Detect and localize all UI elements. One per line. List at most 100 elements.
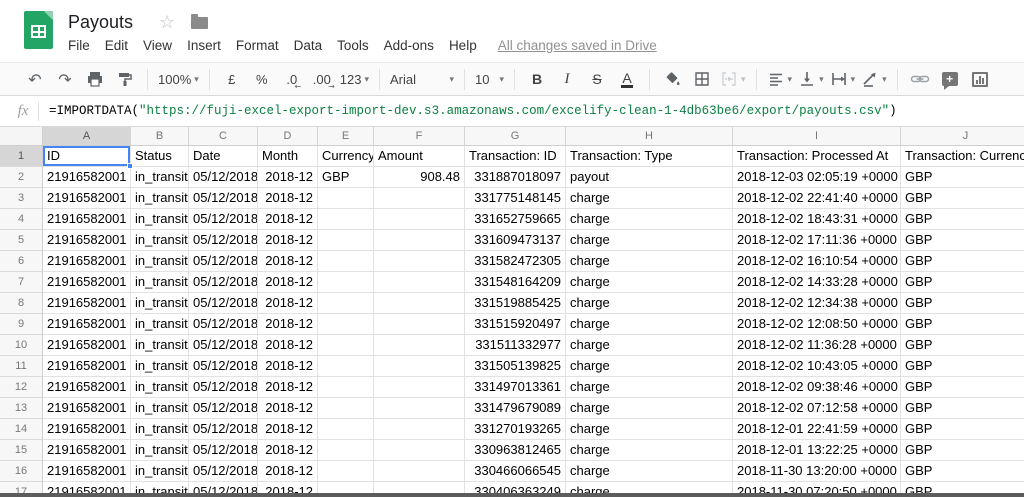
cell-G13[interactable]: 331479679089 [465, 398, 566, 419]
cell-C13[interactable]: 05/12/2018 [189, 398, 258, 419]
row-header-7[interactable]: 7 [0, 272, 43, 293]
cell-B14[interactable]: in_transit [131, 419, 189, 440]
column-header-C[interactable]: C [189, 127, 258, 146]
cell-E6[interactable] [318, 251, 374, 272]
cell-H4[interactable]: charge [566, 209, 733, 230]
cell-D1[interactable]: Month [258, 146, 318, 167]
text-color-button[interactable]: A [615, 67, 639, 91]
folder-icon[interactable] [191, 17, 208, 29]
cell-B13[interactable]: in_transit [131, 398, 189, 419]
cell-H16[interactable]: charge [566, 461, 733, 482]
cell-D5[interactable]: 2018-12 [258, 230, 318, 251]
cell-C10[interactable]: 05/12/2018 [189, 335, 258, 356]
cell-J8[interactable]: GBP [901, 293, 1024, 314]
formula-input[interactable]: =IMPORTDATA("https://fuji-excel-export-i… [49, 104, 897, 118]
row-header-12[interactable]: 12 [0, 377, 43, 398]
cell-F5[interactable] [374, 230, 465, 251]
cell-A1[interactable]: ID [43, 146, 131, 167]
print-button[interactable] [83, 67, 107, 91]
text-wrap-button[interactable]: ▾ [830, 67, 856, 91]
cell-C3[interactable]: 05/12/2018 [189, 188, 258, 209]
column-header-I[interactable]: I [733, 127, 901, 146]
cell-J13[interactable]: GBP [901, 398, 1024, 419]
fill-handle[interactable] [127, 163, 133, 169]
cell-I4[interactable]: 2018-12-02 18:43:31 +0000 [733, 209, 901, 230]
menu-view[interactable]: View [143, 38, 172, 53]
cell-C4[interactable]: 05/12/2018 [189, 209, 258, 230]
cell-E11[interactable] [318, 356, 374, 377]
cell-D9[interactable]: 2018-12 [258, 314, 318, 335]
cell-D16[interactable]: 2018-12 [258, 461, 318, 482]
row-header-8[interactable]: 8 [0, 293, 43, 314]
cell-B9[interactable]: in_transit [131, 314, 189, 335]
cell-J14[interactable]: GBP [901, 419, 1024, 440]
cell-J9[interactable]: GBP [901, 314, 1024, 335]
insert-link-button[interactable] [908, 67, 932, 91]
cell-E15[interactable] [318, 440, 374, 461]
menu-edit[interactable]: Edit [105, 38, 128, 53]
cell-B16[interactable]: in_transit [131, 461, 189, 482]
cell-C7[interactable]: 05/12/2018 [189, 272, 258, 293]
cell-E7[interactable] [318, 272, 374, 293]
cell-H1[interactable]: Transaction: Type [566, 146, 733, 167]
cell-C14[interactable]: 05/12/2018 [189, 419, 258, 440]
cell-F13[interactable] [374, 398, 465, 419]
cell-J1[interactable]: Transaction: Currency [901, 146, 1024, 167]
cell-F3[interactable] [374, 188, 465, 209]
cell-G10[interactable]: 331511332977 [465, 335, 566, 356]
undo-button[interactable]: ↶ [23, 67, 47, 91]
cell-A2[interactable]: 21916582001 [43, 167, 131, 188]
cell-I2[interactable]: 2018-12-03 02:05:19 +0000 [733, 167, 901, 188]
format-percent-button[interactable]: % [250, 67, 274, 91]
cell-B10[interactable]: in_transit [131, 335, 189, 356]
cell-I7[interactable]: 2018-12-02 14:33:28 +0000 [733, 272, 901, 293]
cell-D2[interactable]: 2018-12 [258, 167, 318, 188]
row-header-2[interactable]: 2 [0, 167, 43, 188]
cell-F11[interactable] [374, 356, 465, 377]
cell-G5[interactable]: 331609473137 [465, 230, 566, 251]
select-all-corner[interactable] [0, 127, 43, 146]
menu-insert[interactable]: Insert [187, 38, 221, 53]
cell-B8[interactable]: in_transit [131, 293, 189, 314]
cell-I15[interactable]: 2018-12-01 13:22:25 +0000 [733, 440, 901, 461]
row-header-10[interactable]: 10 [0, 335, 43, 356]
cell-G15[interactable]: 330963812465 [465, 440, 566, 461]
cell-B6[interactable]: in_transit [131, 251, 189, 272]
cell-C11[interactable]: 05/12/2018 [189, 356, 258, 377]
cell-H9[interactable]: charge [566, 314, 733, 335]
cell-G6[interactable]: 331582472305 [465, 251, 566, 272]
cell-E3[interactable] [318, 188, 374, 209]
font-family-select[interactable]: Arial▾ [390, 67, 454, 91]
cell-J3[interactable]: GBP [901, 188, 1024, 209]
vertical-align-button[interactable]: ▾ [798, 67, 824, 91]
cell-E4[interactable] [318, 209, 374, 230]
cell-H10[interactable]: charge [566, 335, 733, 356]
cell-E9[interactable] [318, 314, 374, 335]
cell-E13[interactable] [318, 398, 374, 419]
cell-H15[interactable]: charge [566, 440, 733, 461]
cell-H2[interactable]: payout [566, 167, 733, 188]
zoom-select[interactable]: 100%▾ [158, 67, 199, 91]
cell-B15[interactable]: in_transit [131, 440, 189, 461]
cell-E12[interactable] [318, 377, 374, 398]
cell-D15[interactable]: 2018-12 [258, 440, 318, 461]
row-header-1[interactable]: 1 [0, 146, 43, 167]
cell-J16[interactable]: GBP [901, 461, 1024, 482]
cell-A8[interactable]: 21916582001 [43, 293, 131, 314]
cell-C5[interactable]: 05/12/2018 [189, 230, 258, 251]
cell-D4[interactable]: 2018-12 [258, 209, 318, 230]
cell-E10[interactable] [318, 335, 374, 356]
row-header-13[interactable]: 13 [0, 398, 43, 419]
cell-B11[interactable]: in_transit [131, 356, 189, 377]
cell-A14[interactable]: 21916582001 [43, 419, 131, 440]
cell-A10[interactable]: 21916582001 [43, 335, 131, 356]
cell-E1[interactable]: Currency [318, 146, 374, 167]
cell-F6[interactable] [374, 251, 465, 272]
cell-D11[interactable]: 2018-12 [258, 356, 318, 377]
cell-G16[interactable]: 330466066545 [465, 461, 566, 482]
cell-F4[interactable] [374, 209, 465, 230]
cell-A9[interactable]: 21916582001 [43, 314, 131, 335]
cell-H13[interactable]: charge [566, 398, 733, 419]
cell-E8[interactable] [318, 293, 374, 314]
cell-J15[interactable]: GBP [901, 440, 1024, 461]
